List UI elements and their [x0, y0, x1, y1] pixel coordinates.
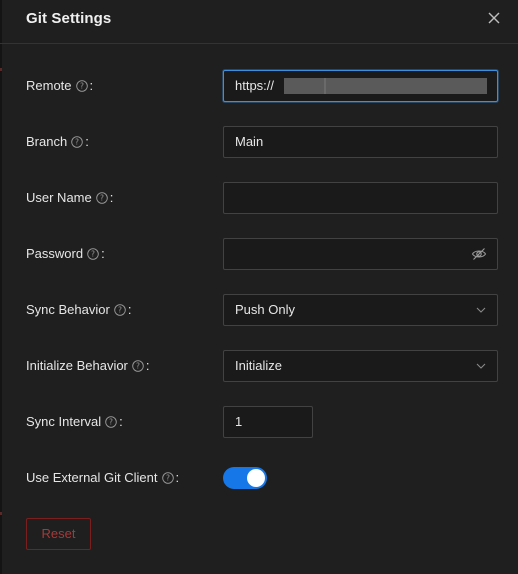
label-colon: :: [85, 134, 89, 149]
help-icon[interactable]: ?: [132, 360, 144, 372]
external-git-client-label: Use External Git Client ? :: [26, 462, 179, 494]
user-name-label: User Name ? :: [26, 182, 113, 214]
svg-text:?: ?: [91, 250, 95, 259]
label-colon: :: [127, 302, 132, 317]
chevron-down-icon: [476, 363, 486, 369]
help-icon[interactable]: ?: [75, 80, 88, 92]
dialog-title: Git Settings: [26, 10, 112, 27]
dialog-header: Git Settings: [0, 0, 518, 44]
sync-behavior-row: Sync Behavior ? : Push Only: [0, 294, 518, 326]
git-settings-dialog: Git Settings Remote ? : https:// Branch: [0, 0, 518, 574]
close-icon[interactable]: [484, 8, 504, 28]
label-colon: :: [109, 190, 114, 205]
external-git-client-toggle[interactable]: [223, 467, 267, 489]
svg-text:?: ?: [166, 474, 170, 483]
password-label-text: Password: [26, 246, 84, 261]
remote-label-text: Remote: [26, 78, 72, 93]
redacted-region: [284, 78, 487, 94]
chevron-down-icon: [476, 307, 486, 313]
label-colon: :: [175, 470, 180, 485]
branch-label: Branch ? :: [26, 126, 89, 158]
branch-row: Branch ? : Main: [0, 126, 518, 158]
svg-text:?: ?: [109, 418, 113, 427]
help-icon[interactable]: ?: [161, 472, 174, 484]
sync-interval-row: Sync Interval ? : 1: [0, 406, 518, 438]
initialize-behavior-value: Initialize: [235, 358, 282, 373]
initialize-behavior-label: Initialize Behavior ? :: [26, 350, 150, 382]
sync-interval-value: 1: [235, 414, 243, 429]
sync-interval-input[interactable]: 1: [223, 406, 313, 438]
remote-value: https://: [235, 78, 275, 93]
help-icon[interactable]: ?: [87, 248, 99, 260]
eye-invisible-icon[interactable]: [471, 247, 487, 261]
password-label: Password ? :: [26, 238, 105, 270]
svg-text:?: ?: [80, 82, 84, 91]
user-name-input[interactable]: [223, 182, 498, 214]
help-icon[interactable]: ?: [71, 136, 83, 148]
sync-behavior-value: Push Only: [235, 302, 295, 317]
label-colon: :: [101, 246, 105, 261]
label-colon: :: [119, 414, 123, 429]
reset-button[interactable]: Reset: [26, 518, 91, 550]
svg-text:?: ?: [100, 194, 104, 203]
toggle-knob: [247, 469, 265, 487]
initialize-behavior-row: Initialize Behavior ? : Initialize: [0, 350, 518, 382]
remote-label: Remote ? :: [26, 70, 93, 102]
sync-behavior-label-text: Sync Behavior: [26, 302, 110, 317]
redacted-region-divider: [324, 78, 326, 94]
branch-value: Main: [235, 134, 264, 149]
user-name-label-text: User Name: [26, 190, 92, 205]
remote-input[interactable]: https://: [223, 70, 498, 102]
external-git-client-label-text: Use External Git Client: [26, 470, 158, 485]
edge-marker: [0, 512, 2, 515]
help-icon[interactable]: ?: [95, 192, 108, 204]
password-input[interactable]: [223, 238, 498, 270]
sync-interval-label: Sync Interval ? :: [26, 406, 123, 438]
initialize-behavior-select[interactable]: Initialize: [223, 350, 498, 382]
password-row: Password ? :: [0, 238, 518, 270]
sync-interval-label-text: Sync Interval: [26, 414, 102, 429]
user-name-row: User Name ? :: [0, 182, 518, 214]
label-colon: :: [89, 78, 94, 93]
svg-text:?: ?: [75, 138, 79, 147]
sync-behavior-label: Sync Behavior ? :: [26, 294, 131, 326]
label-colon: :: [145, 358, 150, 373]
sync-behavior-select[interactable]: Push Only: [223, 294, 498, 326]
external-git-client-row: Use External Git Client ? :: [0, 462, 518, 494]
branch-input[interactable]: Main: [223, 126, 498, 158]
svg-text:?: ?: [136, 362, 140, 371]
initialize-behavior-label-text: Initialize Behavior: [26, 358, 128, 373]
remote-row: Remote ? : https://: [0, 70, 518, 102]
help-icon[interactable]: ?: [105, 416, 117, 428]
branch-label-text: Branch: [26, 134, 68, 149]
svg-text:?: ?: [118, 306, 122, 315]
help-icon[interactable]: ?: [114, 304, 126, 316]
